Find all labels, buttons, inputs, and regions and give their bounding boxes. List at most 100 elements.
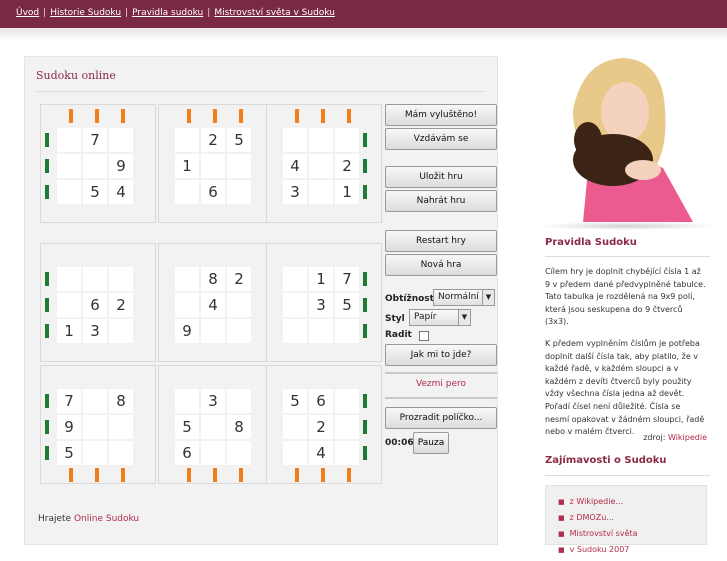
sudoku-cell[interactable]: [175, 293, 199, 317]
sudoku-cell[interactable]: [309, 154, 333, 178]
sudoku-cell[interactable]: [335, 389, 359, 413]
sudoku-cell[interactable]: 9: [109, 154, 133, 178]
sudoku-cell[interactable]: [227, 180, 251, 204]
solved-button[interactable]: Mám vyluštěno!: [385, 104, 497, 126]
sudoku-cell[interactable]: 8: [109, 389, 133, 413]
sudoku-cell[interactable]: 1: [335, 180, 359, 204]
sudoku-cell[interactable]: 2: [227, 267, 251, 291]
footer-link[interactable]: Online Sudoku: [74, 514, 139, 524]
sudoku-cell[interactable]: 7: [57, 389, 81, 413]
sudoku-cell[interactable]: 6: [309, 389, 333, 413]
sudoku-cell[interactable]: [83, 441, 107, 465]
pen-toggle-link[interactable]: Vezmi pero: [385, 379, 497, 389]
sudoku-cell[interactable]: 9: [57, 415, 81, 439]
nav-link-home[interactable]: Úvod: [16, 8, 39, 18]
sudoku-cell[interactable]: 4: [283, 154, 307, 178]
difficulty-select[interactable]: Normální ▼: [433, 289, 495, 306]
sudoku-cell[interactable]: [283, 319, 307, 343]
sudoku-cell[interactable]: [57, 154, 81, 178]
sudoku-cell[interactable]: 1: [57, 319, 81, 343]
sudoku-cell[interactable]: [83, 415, 107, 439]
sudoku-cell[interactable]: [227, 389, 251, 413]
sudoku-cell[interactable]: 2: [109, 293, 133, 317]
sudoku-cell[interactable]: [57, 267, 81, 291]
sudoku-cell[interactable]: 1: [309, 267, 333, 291]
sudoku-cell[interactable]: 7: [335, 267, 359, 291]
sudoku-cell[interactable]: 9: [175, 319, 199, 343]
restart-game-button[interactable]: Restart hry: [385, 230, 497, 252]
sudoku-cell[interactable]: [335, 441, 359, 465]
sudoku-cell[interactable]: [201, 441, 225, 465]
sudoku-cell[interactable]: [109, 415, 133, 439]
sudoku-cell[interactable]: 3: [309, 293, 333, 317]
sudoku-cell[interactable]: [227, 319, 251, 343]
sudoku-cell[interactable]: [283, 267, 307, 291]
sudoku-cell[interactable]: 5: [227, 128, 251, 152]
sudoku-cell[interactable]: [309, 180, 333, 204]
sudoku-cell[interactable]: 5: [335, 293, 359, 317]
sudoku-cell[interactable]: 2: [309, 415, 333, 439]
sudoku-cell[interactable]: 3: [201, 389, 225, 413]
sudoku-cell[interactable]: 6: [175, 441, 199, 465]
sudoku-cell[interactable]: [83, 267, 107, 291]
sudoku-cell[interactable]: 4: [309, 441, 333, 465]
sudoku-cell[interactable]: [109, 319, 133, 343]
sudoku-cell[interactable]: [175, 128, 199, 152]
sudoku-cell[interactable]: [335, 128, 359, 152]
new-game-button[interactable]: Nová hra: [385, 254, 497, 276]
style-select[interactable]: Papír ▼: [409, 309, 471, 326]
save-game-button[interactable]: Uložit hru: [385, 166, 497, 188]
sudoku-cell[interactable]: [57, 180, 81, 204]
list-item[interactable]: ■ z DMOZu...: [558, 513, 637, 529]
sudoku-cell[interactable]: [201, 319, 225, 343]
sudoku-cell[interactable]: [227, 441, 251, 465]
nav-link-championship[interactable]: Mistrovství světa v Sudoku: [214, 8, 335, 18]
sudoku-cell[interactable]: 6: [83, 293, 107, 317]
list-item[interactable]: ■ v Sudoku 2007: [558, 545, 637, 561]
sudoku-cell[interactable]: 5: [57, 441, 81, 465]
sudoku-cell[interactable]: [109, 128, 133, 152]
pause-button[interactable]: Pauza: [413, 432, 449, 454]
sudoku-cell[interactable]: [83, 154, 107, 178]
sudoku-cell[interactable]: [109, 441, 133, 465]
sudoku-cell[interactable]: [57, 293, 81, 317]
list-item[interactable]: ■ Mistrovství světa: [558, 529, 637, 545]
sudoku-cell[interactable]: [175, 267, 199, 291]
advise-checkbox[interactable]: [419, 331, 429, 341]
sudoku-cell[interactable]: [227, 293, 251, 317]
source-link[interactable]: Wikipedie: [668, 433, 707, 442]
sudoku-cell[interactable]: 8: [201, 267, 225, 291]
sudoku-cell[interactable]: 2: [335, 154, 359, 178]
sudoku-cell[interactable]: 2: [201, 128, 225, 152]
sudoku-cell[interactable]: 6: [201, 180, 225, 204]
sudoku-cell[interactable]: [175, 389, 199, 413]
sudoku-cell[interactable]: 3: [283, 180, 307, 204]
reveal-cell-button[interactable]: Prozradit políčko...: [385, 407, 497, 429]
sudoku-cell[interactable]: [109, 267, 133, 291]
sudoku-cell[interactable]: [283, 415, 307, 439]
nav-link-history[interactable]: Historie Sudoku: [50, 8, 121, 18]
sudoku-cell[interactable]: 4: [201, 293, 225, 317]
sudoku-cell[interactable]: [227, 154, 251, 178]
sudoku-cell[interactable]: [201, 154, 225, 178]
sudoku-cell[interactable]: 1: [175, 154, 199, 178]
list-item[interactable]: ■ z Wikipedie...: [558, 497, 637, 513]
sudoku-cell[interactable]: 8: [227, 415, 251, 439]
give-up-button[interactable]: Vzdávám se: [385, 128, 497, 150]
sudoku-cell[interactable]: [335, 319, 359, 343]
sudoku-cell[interactable]: [57, 128, 81, 152]
sudoku-cell[interactable]: [335, 415, 359, 439]
sudoku-cell[interactable]: [309, 319, 333, 343]
sudoku-cell[interactable]: 5: [283, 389, 307, 413]
nav-link-rules[interactable]: Pravidla sudoku: [132, 8, 203, 18]
sudoku-cell[interactable]: 5: [175, 415, 199, 439]
sudoku-cell[interactable]: [309, 128, 333, 152]
how-am-i-doing-button[interactable]: Jak mi to jde?: [385, 344, 497, 366]
load-game-button[interactable]: Nahrát hru: [385, 190, 497, 212]
sudoku-cell[interactable]: 4: [109, 180, 133, 204]
sudoku-cell[interactable]: 5: [83, 180, 107, 204]
sudoku-cell[interactable]: 3: [83, 319, 107, 343]
sudoku-cell[interactable]: 7: [83, 128, 107, 152]
sudoku-cell[interactable]: [83, 389, 107, 413]
sudoku-cell[interactable]: [283, 293, 307, 317]
